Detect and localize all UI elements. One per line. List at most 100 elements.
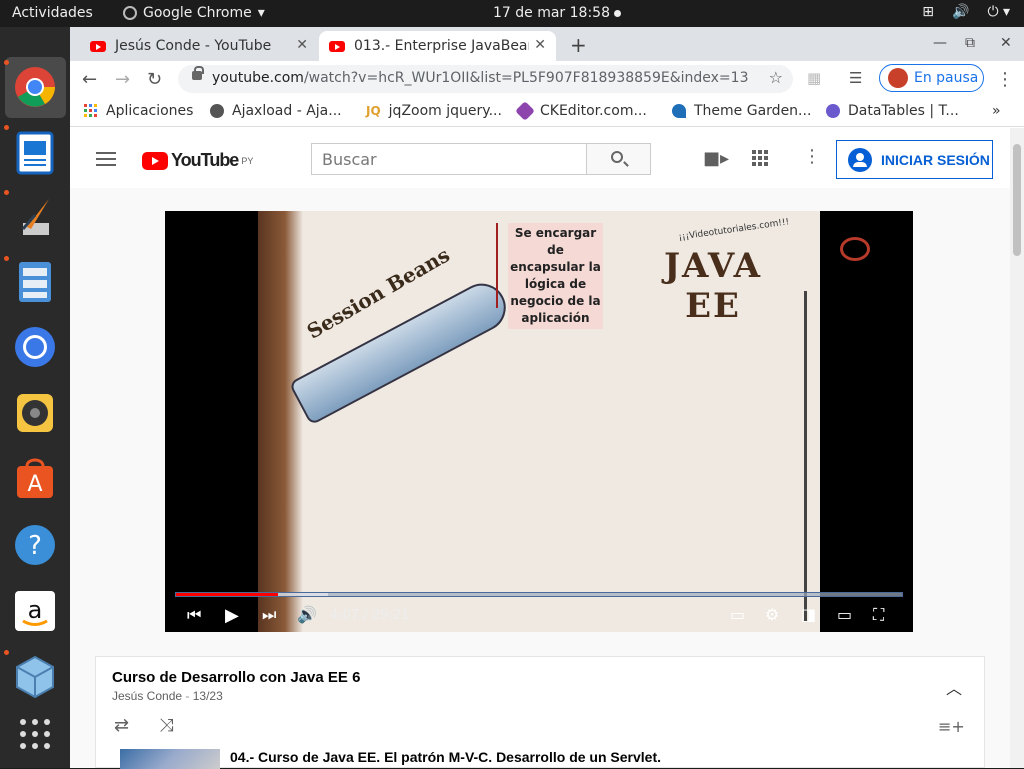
chrome-launcher[interactable] [13, 65, 57, 109]
close-tab-icon[interactable]: ✕ [296, 37, 308, 53]
page-scrollbar[interactable] [1010, 128, 1024, 768]
chrome-menu-icon[interactable]: ⋮ [996, 69, 1014, 90]
apps-grid-icon [84, 104, 97, 117]
miniplayer-icon[interactable]: ◨ [801, 605, 816, 624]
show-apps-button[interactable] [13, 712, 57, 756]
channel-watermark-icon[interactable] [840, 237, 870, 261]
chrome-icon [15, 67, 55, 107]
bookmark-datatables[interactable]: DataTables | T... [826, 103, 959, 119]
youtube-page: YouTube PY Buscar ■▸ ⋮ INICIAR SESIÓN Ses… [70, 128, 1010, 769]
chevron-down-icon: ▾ [257, 5, 265, 21]
reload-button[interactable]: ↻ [147, 69, 162, 90]
settings-gear-icon[interactable]: ⚙ [765, 605, 779, 624]
bookmark-label: jqZoom jquery... [388, 103, 502, 119]
add-to-playlist-icon[interactable]: ≡+ [938, 717, 965, 736]
settings-menu-icon[interactable]: ⋮ [803, 146, 821, 167]
lock-icon [192, 66, 204, 80]
brand-logo: JAVA EE [663, 246, 763, 326]
play-icon[interactable]: ▶ [225, 605, 239, 626]
shuffle-icon[interactable]: ⤨ [159, 715, 173, 736]
progress-bar[interactable] [175, 592, 903, 597]
close-window-button[interactable]: ✕ [1000, 35, 1012, 51]
profile-paused-button[interactable]: En pausa [879, 64, 984, 92]
playlist-title[interactable]: Curso de Desarrollo con Java EE 6 [112, 669, 360, 686]
decorative-frame [258, 211, 303, 632]
dock: A ? a [0, 27, 70, 768]
scrollbar-thumb[interactable] [1013, 144, 1021, 256]
writer-launcher[interactable] [13, 131, 57, 175]
bookmark-theme-garden[interactable]: Theme Garden... [672, 103, 811, 119]
menu-hamburger-icon[interactable] [96, 152, 116, 170]
virtualbox-launcher[interactable] [13, 655, 57, 699]
youtube-logo[interactable]: YouTube PY [142, 150, 253, 171]
youtube-play-icon [142, 151, 168, 170]
chrome-icon [123, 6, 137, 20]
search-button[interactable] [587, 143, 651, 175]
apps-grid-icon[interactable] [752, 150, 768, 166]
video-frame[interactable]: Session Beans Se encargar de encapsular … [258, 211, 820, 632]
system-top-bar: Actividades Google Chrome ▾ 17 de mar 18… [0, 0, 1024, 27]
tab-jesus-conde[interactable]: Jesús Conde - YouTube ✕ [80, 31, 318, 61]
drupal-icon [672, 104, 686, 118]
clock[interactable]: 17 de mar 18:58 [493, 5, 621, 21]
bookmark-ckeditor[interactable]: CKEditor.com... [515, 101, 647, 121]
system-tray[interactable]: ⊞ 🔊 ⏻ ▾ [922, 4, 1010, 20]
chromium-icon [15, 327, 55, 367]
bookmarks-bar: Aplicaciones Ajaxload - Aja... JQ jqZoom… [70, 97, 1024, 127]
notification-dot [613, 9, 621, 17]
paint-brush-icon [21, 199, 49, 235]
forward-button[interactable]: → [115, 69, 130, 90]
bookmark-label: Ajaxload - Aja... [232, 103, 342, 119]
minimize-button[interactable]: — [933, 35, 947, 51]
help-icon: ? [15, 525, 55, 565]
media-control-icon[interactable]: ☰ [849, 69, 862, 87]
svg-text:A: A [27, 472, 42, 497]
bookmark-ajaxload[interactable]: Ajaxload - Aja... [210, 103, 342, 119]
amazon-launcher[interactable]: a [13, 589, 57, 633]
drawing-launcher[interactable] [13, 195, 57, 239]
files-launcher[interactable] [13, 260, 57, 304]
search-input[interactable]: Buscar [311, 143, 587, 175]
theater-mode-icon[interactable]: ▭ [837, 605, 852, 624]
subtitles-icon[interactable]: ▭ [730, 605, 745, 624]
bookmark-jqzoom[interactable]: JQ jqZoom jquery... [366, 103, 502, 119]
signin-label: INICIAR SESIÓN [881, 151, 990, 168]
restore-button[interactable]: ⧉ [965, 35, 975, 51]
playlist-item[interactable]: 04.- Curso de Java EE. El patrón M-V-C. … [120, 749, 661, 769]
running-indicator [4, 60, 9, 65]
app-grid-icon [20, 719, 50, 749]
paused-label: En pausa [914, 70, 979, 86]
more-bookmarks-icon[interactable]: » [992, 103, 1001, 119]
playlist-author[interactable]: Jesús Conde [112, 689, 182, 703]
rhythmbox-launcher[interactable] [13, 391, 57, 435]
bookmark-star-icon[interactable]: ☆ [769, 68, 783, 87]
address-bar[interactable]: youtube.com/watch?v=hcR_WUr1OII&list=PL5… [178, 65, 793, 93]
video-player[interactable]: Session Beans Se encargar de encapsular … [165, 211, 913, 632]
create-video-icon[interactable]: ■▸ [703, 148, 729, 169]
chromium-launcher[interactable] [13, 325, 57, 369]
slide-note: Se encargar de encapsular la lógica de n… [508, 223, 603, 329]
next-icon[interactable]: ⏭ [262, 605, 276, 625]
bookmark-apps[interactable]: Aplicaciones [84, 103, 193, 119]
collapse-chevron-icon[interactable]: ︿ [946, 675, 962, 699]
app-menu[interactable]: Google Chrome ▾ [123, 5, 265, 21]
cube-icon [16, 655, 54, 699]
help-launcher[interactable]: ? [13, 523, 57, 567]
back-button[interactable]: ← [82, 69, 97, 90]
youtube-header: YouTube PY Buscar ■▸ ⋮ INICIAR SESIÓN [70, 128, 1010, 188]
bookmark-label: Aplicaciones [106, 103, 194, 119]
software-launcher[interactable]: A [13, 456, 57, 500]
activities-button[interactable]: Actividades [12, 5, 93, 21]
tab-enterprise-javabeans[interactable]: 013.- Enterprise JavaBear ✕ [319, 31, 556, 61]
volume-icon: 🔊 [952, 4, 970, 20]
volume-icon[interactable]: 🔊 [297, 605, 317, 624]
close-tab-icon[interactable]: ✕ [534, 37, 546, 53]
jqzoom-icon: JQ [366, 104, 381, 118]
loop-icon[interactable]: ⇄ [114, 715, 129, 736]
fullscreen-icon[interactable]: ⛶ [873, 605, 884, 625]
signin-button[interactable]: INICIAR SESIÓN [836, 140, 993, 179]
new-tab-button[interactable]: + [570, 33, 587, 57]
previous-icon[interactable]: ⏮ [187, 605, 201, 625]
document-icon [16, 131, 54, 175]
extension-icon[interactable]: ▦ [807, 69, 821, 87]
